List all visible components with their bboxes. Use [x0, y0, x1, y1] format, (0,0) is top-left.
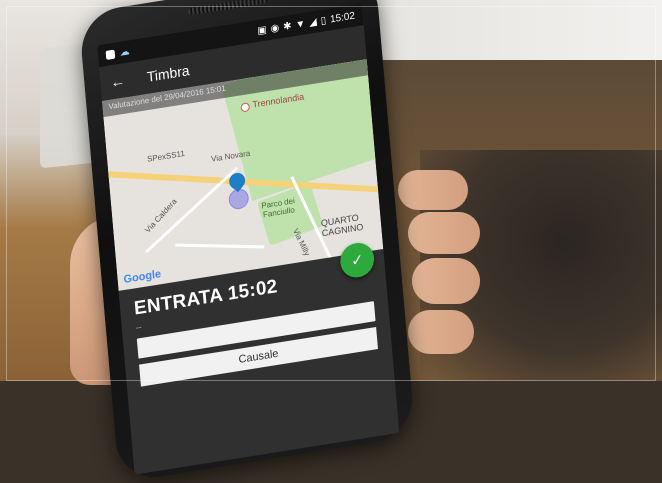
- wifi-icon: ▼: [294, 17, 306, 31]
- battery-icon: ▯: [320, 14, 327, 27]
- map-label-quarto: QUARTO CAGNINO: [320, 212, 364, 239]
- app-title: Timbra: [146, 62, 191, 85]
- phone-speaker: [188, 0, 268, 16]
- signal-icon: ◢: [308, 16, 318, 29]
- status-time: 15:02: [329, 10, 356, 25]
- location-icon: ◉: [270, 22, 280, 35]
- hand-finger: [412, 258, 480, 304]
- phone-screen: ☁ ▣ ◉ ✱ ▼ ◢ ▯ 15:02 ← Timbra Valutazione…: [97, 3, 400, 475]
- map-road: [175, 243, 265, 249]
- cast-icon: ▣: [256, 24, 268, 37]
- hand-finger: [408, 310, 474, 354]
- smartphone: ☁ ▣ ◉ ✱ ▼ ◢ ▯ 15:02 ← Timbra Valutazione…: [78, 0, 416, 483]
- bluetooth-icon: ✱: [282, 20, 292, 33]
- cloud-icon: ☁: [119, 45, 131, 59]
- map-label-via-milly: Via Milly: [291, 226, 312, 258]
- check-icon: ✓: [350, 251, 365, 271]
- map-label-spexss11: SPexSS11: [146, 148, 186, 164]
- hand-finger: [398, 170, 468, 210]
- hand-finger: [408, 212, 480, 254]
- map-label-via-caldera: Via Caldera: [143, 196, 179, 235]
- notification-icon: [105, 49, 116, 60]
- back-arrow-icon[interactable]: ←: [110, 72, 126, 91]
- google-logo: Google: [123, 268, 162, 286]
